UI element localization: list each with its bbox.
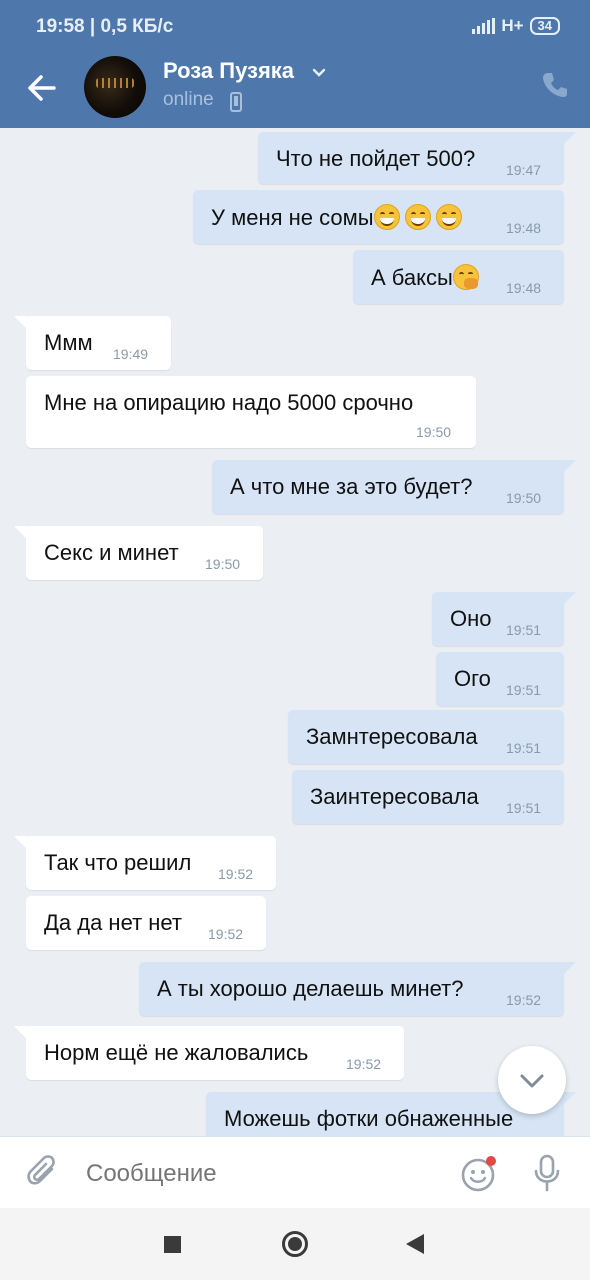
message-time: 19:51 xyxy=(506,682,542,698)
message-text: А что мне за это будет? xyxy=(230,474,473,499)
message-time: 19:50 xyxy=(506,490,542,506)
grin-emoji-icon xyxy=(435,204,462,230)
message-bubble-incoming[interactable]: Да да нет нет 19:52 xyxy=(26,896,266,950)
message-input[interactable] xyxy=(86,1157,416,1191)
sticker-button[interactable] xyxy=(460,1155,498,1193)
message-bubble-outgoing[interactable]: Замнтересовала 19:51 xyxy=(288,710,564,764)
voice-message-button[interactable] xyxy=(532,1153,562,1193)
message-bubble-outgoing[interactable]: А ты хорошо делаешь минет? 19:52 xyxy=(139,962,576,1016)
message-text: Ого xyxy=(454,666,491,691)
message-text: Так что решил xyxy=(44,850,192,875)
battery-icon: 34 xyxy=(529,17,560,35)
message-time: 19:52 xyxy=(208,926,244,942)
chevron-down-icon xyxy=(520,1074,544,1088)
message-bubble-incoming[interactable]: Так что решил 19:52 xyxy=(14,836,276,890)
attach-button[interactable] xyxy=(26,1155,60,1191)
message-time: 19:51 xyxy=(506,800,542,816)
top-bar: 19:58 | 0,5 КБ/с H+ 34 Роза Пузяка onlin… xyxy=(0,0,590,128)
bubble-tail xyxy=(562,962,576,976)
status-time: 19:58 | 0,5 КБ/с xyxy=(36,16,174,37)
message-text: А баксы xyxy=(371,265,453,290)
bubble-tail xyxy=(14,316,28,330)
smile-icon xyxy=(461,1156,496,1192)
bubble-tail xyxy=(14,836,28,850)
message-bubble-outgoing[interactable]: А что мне за это будет? 19:50 xyxy=(212,460,576,514)
message-text: А ты хорошо делаешь минет? xyxy=(157,976,464,1001)
phone-icon xyxy=(543,73,567,97)
network-type: H+ xyxy=(501,16,524,35)
message-time: 19:51 xyxy=(506,740,542,756)
message-time: 19:47 xyxy=(506,162,542,178)
message-time: 19:51 xyxy=(506,622,542,638)
arrow-left-icon xyxy=(28,75,56,101)
grin-emoji-icon xyxy=(404,204,431,230)
message-text: Норм ещё не жаловались xyxy=(44,1040,309,1065)
paperclip-icon xyxy=(27,1155,55,1185)
message-text: Да да нет нет xyxy=(44,910,183,935)
contact-name[interactable]: Роза Пузяка xyxy=(163,58,294,84)
mobile-phone-icon xyxy=(230,92,242,112)
message-text: Секс и минет xyxy=(44,540,179,565)
status-bar: 19:58 | 0,5 КБ/с H+ 34 xyxy=(0,0,590,52)
message-bubble-outgoing[interactable]: А баксы 19:48 xyxy=(353,250,564,304)
message-text: Заинтересовала xyxy=(310,784,479,809)
message-text: Что не пойдет 500? xyxy=(276,146,476,171)
contact-status: online xyxy=(163,89,214,110)
message-text: Можешь фотки обнаженные xyxy=(224,1106,514,1131)
message-time: 19:48 xyxy=(506,220,542,236)
message-bubble-outgoing[interactable]: Ого 19:51 xyxy=(436,652,564,706)
message-text: Оно xyxy=(450,606,492,631)
message-bubble-outgoing[interactable]: У меня не сомы 19:48 xyxy=(193,190,564,244)
message-time: 19:49 xyxy=(113,346,149,362)
message-bubble-outgoing[interactable]: Заинтересовала 19:51 xyxy=(292,770,564,824)
status-indicators: H+ 34 xyxy=(472,16,560,36)
message-bubble-outgoing[interactable]: Оно 19:51 xyxy=(432,592,576,646)
bubble-tail xyxy=(562,460,576,474)
message-bubble-incoming[interactable]: Ммм 19:49 xyxy=(14,316,171,370)
home-button[interactable] xyxy=(282,1231,308,1257)
avatar[interactable] xyxy=(84,56,146,118)
back-button[interactable] xyxy=(22,68,62,108)
message-time: 19:48 xyxy=(506,280,542,296)
message-time: 19:50 xyxy=(416,424,452,440)
bubble-tail xyxy=(562,592,576,606)
message-bubble-incoming[interactable]: Норм ещё не жаловались 19:52 xyxy=(14,1026,404,1080)
message-text: Ммм xyxy=(44,330,93,355)
message-text: Мне на опирацию надо 5000 срочно xyxy=(44,390,414,415)
message-bubble-incoming[interactable]: Секс и минет 19:50 xyxy=(14,526,263,580)
grin-emoji-icon xyxy=(373,204,400,230)
message-time: 19:52 xyxy=(346,1056,382,1072)
bubble-tail xyxy=(14,526,28,540)
message-time: 19:52 xyxy=(506,992,542,1008)
system-nav-bar xyxy=(0,1208,590,1280)
message-text: Замнтересовала xyxy=(306,724,478,749)
hand-over-mouth-emoji-icon xyxy=(452,264,479,290)
call-button[interactable] xyxy=(540,70,570,100)
chevron-down-icon[interactable] xyxy=(312,68,326,78)
message-list[interactable]: Что не пойдет 500? 19:47 У меня не сомы … xyxy=(0,128,590,1136)
message-bubble-outgoing[interactable]: Что не пойдет 500? 19:47 xyxy=(258,132,576,184)
scroll-down-button[interactable] xyxy=(498,1046,566,1114)
bubble-tail xyxy=(562,132,576,146)
signal-icon xyxy=(472,18,496,34)
microphone-icon xyxy=(534,1154,560,1192)
bubble-tail xyxy=(14,1026,28,1040)
message-text: У меня не сомы xyxy=(211,205,374,230)
message-time: 19:52 xyxy=(218,866,254,882)
message-bubble-incoming[interactable]: Мне на опирацию надо 5000 срочно 19:50 xyxy=(26,376,476,448)
system-back-button[interactable] xyxy=(406,1234,424,1254)
message-composer xyxy=(0,1136,590,1208)
message-time: 19:50 xyxy=(205,556,241,572)
recent-apps-button[interactable] xyxy=(164,1236,181,1253)
